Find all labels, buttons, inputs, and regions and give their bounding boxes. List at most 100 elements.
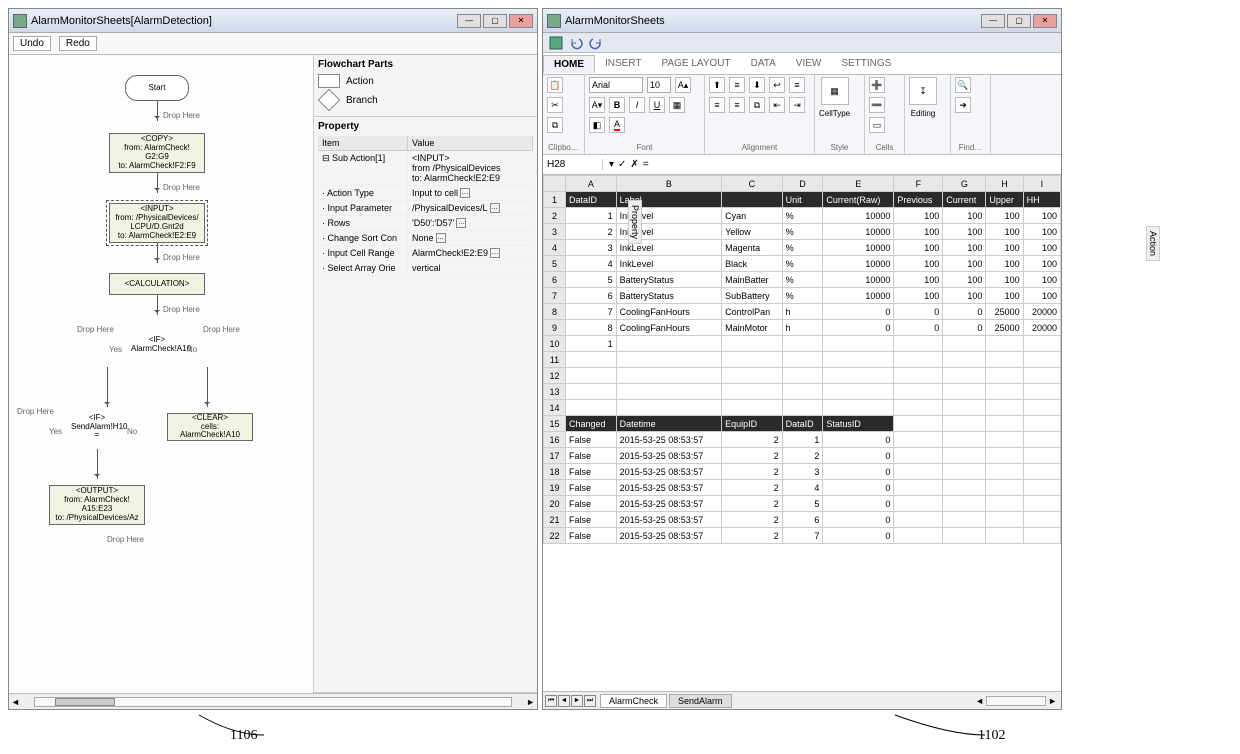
drop-zone[interactable]: Drop Here [163,111,200,120]
indent-increase-icon[interactable]: ⇥ [789,97,805,113]
data-cell[interactable]: 100 [1023,208,1060,224]
undo-button[interactable]: Undo [13,36,51,51]
property-row[interactable]: · Action TypeInput to cell… [318,186,533,201]
data-cell[interactable]: 100 [894,272,943,288]
data-cell[interactable] [823,352,894,368]
editing-icon[interactable]: ↧ [909,77,937,105]
data-cell[interactable] [722,336,783,352]
row-header[interactable]: 19 [544,480,566,496]
header-cell[interactable]: Datetime [616,416,721,432]
redo-button[interactable]: Redo [59,36,97,51]
row-header[interactable]: 4 [544,240,566,256]
data-cell[interactable]: Black [722,256,783,272]
scroll-thumb[interactable] [55,698,115,706]
data-cell[interactable]: 10000 [823,224,894,240]
data-cell[interactable]: 1 [566,208,617,224]
hscroll-left-icon[interactable]: ◄ [975,696,984,706]
accept-icon[interactable]: ✓ [618,159,626,170]
property-row[interactable]: ⊟ Sub Action[1]<INPUT> from /PhysicalDev… [318,151,533,186]
col-header[interactable]: F [894,176,943,192]
data-cell[interactable]: 100 [986,224,1023,240]
data-cell[interactable] [894,432,943,448]
data-cell[interactable] [1023,368,1060,384]
data-cell[interactable]: % [782,224,823,240]
data-cell[interactable] [566,400,617,416]
col-header[interactable]: G [943,176,986,192]
row-header[interactable]: 15 [544,416,566,432]
decrease-font-icon[interactable]: A▾ [589,97,605,113]
formula-icon[interactable]: = [643,159,649,170]
hscroll-right-icon[interactable]: ► [1048,696,1057,706]
sheet-tab-sendalarm[interactable]: SendAlarm [669,694,732,708]
data-cell[interactable] [823,400,894,416]
data-cell[interactable]: 2015-53-25 08:53:57 [616,512,721,528]
data-cell[interactable] [986,448,1023,464]
data-cell[interactable] [943,384,986,400]
data-cell[interactable]: 2015-53-25 08:53:57 [616,480,721,496]
sheet-prev-icon[interactable]: ◄ [558,695,570,707]
sheet-scrollbar[interactable] [986,696,1046,706]
insert-cell-icon[interactable]: ➕ [869,77,885,93]
data-cell[interactable] [986,384,1023,400]
align-center-icon[interactable]: ≡ [709,97,725,113]
data-cell[interactable]: MainBatter [722,272,783,288]
data-cell[interactable]: 2 [782,448,823,464]
action-tab-vertical[interactable]: Action [1146,226,1160,261]
data-cell[interactable]: MainMotor [722,320,783,336]
data-cell[interactable] [943,432,986,448]
data-cell[interactable]: 2 [722,432,783,448]
property-edit-button[interactable]: … [460,188,470,198]
data-cell[interactable]: 2 [722,464,783,480]
data-cell[interactable] [943,400,986,416]
data-cell[interactable]: 0 [823,464,894,480]
align-left-icon[interactable]: ≡ [789,77,805,93]
data-cell[interactable]: False [566,512,617,528]
row-header[interactable]: 11 [544,352,566,368]
row-header[interactable]: 22 [544,528,566,544]
sheet-last-icon[interactable]: ⏭ [584,695,596,707]
data-cell[interactable] [1023,480,1060,496]
property-edit-button[interactable]: … [490,203,500,213]
data-cell[interactable]: False [566,528,617,544]
data-cell[interactable]: 7 [566,304,617,320]
ribbon-tab-data[interactable]: DATA [741,55,786,72]
row-header[interactable]: 8 [544,304,566,320]
copy-node[interactable]: <COPY> from: AlarmCheck! G2:G9 to: Alarm… [109,133,205,173]
data-cell[interactable] [986,352,1023,368]
ribbon-tab-home[interactable]: HOME [543,55,595,73]
row-header[interactable]: 9 [544,320,566,336]
data-cell[interactable]: ControlPan [722,304,783,320]
header-cell[interactable] [894,416,943,432]
ribbon-tab-page-layout[interactable]: PAGE LAYOUT [652,55,741,72]
header-cell[interactable]: Previous [894,192,943,208]
data-cell[interactable]: False [566,464,617,480]
row-header[interactable]: 2 [544,208,566,224]
drop-zone[interactable]: Drop Here [163,253,200,262]
maximize-button[interactable]: ▢ [483,14,507,28]
data-cell[interactable]: 100 [943,288,986,304]
data-cell[interactable]: 1 [566,336,617,352]
data-cell[interactable]: 25000 [986,304,1023,320]
data-cell[interactable]: 3 [566,240,617,256]
data-cell[interactable] [1023,432,1060,448]
data-cell[interactable]: 2015-53-25 08:53:57 [616,432,721,448]
data-cell[interactable]: 100 [1023,256,1060,272]
close-button[interactable]: ✕ [1033,14,1057,28]
data-cell[interactable]: 100 [943,224,986,240]
data-cell[interactable]: False [566,448,617,464]
data-cell[interactable]: 7 [782,528,823,544]
row-header[interactable]: 21 [544,512,566,528]
goto-icon[interactable]: ➜ [955,97,971,113]
data-cell[interactable]: 100 [986,240,1023,256]
italic-icon[interactable]: I [629,97,645,113]
data-cell[interactable] [782,384,823,400]
data-cell[interactable]: % [782,272,823,288]
data-cell[interactable] [943,368,986,384]
col-header[interactable]: E [823,176,894,192]
row-header[interactable]: 14 [544,400,566,416]
data-cell[interactable]: 0 [823,480,894,496]
data-cell[interactable]: 100 [1023,240,1060,256]
data-cell[interactable] [566,352,617,368]
header-cell[interactable]: Changed [566,416,617,432]
data-cell[interactable]: 2015-53-25 08:53:57 [616,448,721,464]
